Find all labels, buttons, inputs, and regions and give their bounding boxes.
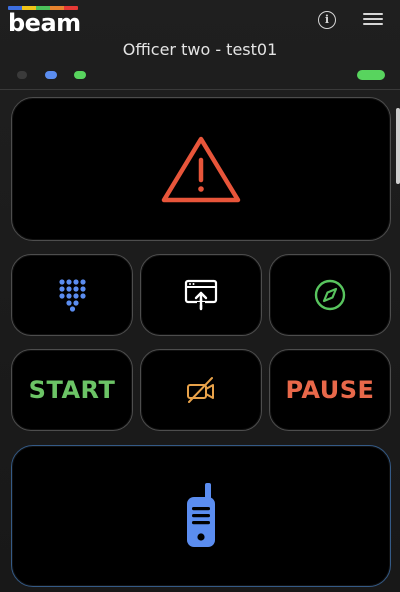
- start-label: START: [28, 376, 116, 404]
- connection-status-indicator: [357, 70, 385, 80]
- status-indicator-3: [74, 71, 86, 79]
- status-indicator-1: [17, 71, 27, 79]
- scrollbar[interactable]: [396, 108, 400, 184]
- camera-off-button[interactable]: [140, 349, 262, 431]
- header-divider: [0, 89, 400, 90]
- page-title: Officer two - test01: [122, 40, 278, 59]
- keypad-icon: [59, 279, 86, 312]
- screen-share-icon: [184, 279, 218, 311]
- start-button[interactable]: START: [11, 349, 133, 431]
- logo-text: beam: [8, 9, 81, 37]
- warning-triangle-icon: [161, 136, 241, 203]
- screen-share-button[interactable]: [140, 254, 262, 336]
- emergency-alarm-button[interactable]: [11, 97, 391, 241]
- app-window: beam i Officer two - test01 START PAUSE: [0, 0, 400, 592]
- info-icon[interactable]: i: [318, 11, 336, 29]
- compass-icon: [314, 279, 346, 311]
- camera-off-icon: [187, 377, 214, 403]
- compass-button[interactable]: [269, 254, 391, 336]
- keypad-button[interactable]: [11, 254, 133, 336]
- hamburger-menu-icon[interactable]: [363, 13, 383, 27]
- pause-button[interactable]: PAUSE: [269, 349, 391, 431]
- push-to-talk-button[interactable]: [11, 445, 391, 587]
- pause-label: PAUSE: [285, 376, 375, 404]
- status-indicator-2: [45, 71, 57, 79]
- walkie-talkie-icon: [187, 483, 215, 547]
- beam-logo: beam: [8, 6, 81, 37]
